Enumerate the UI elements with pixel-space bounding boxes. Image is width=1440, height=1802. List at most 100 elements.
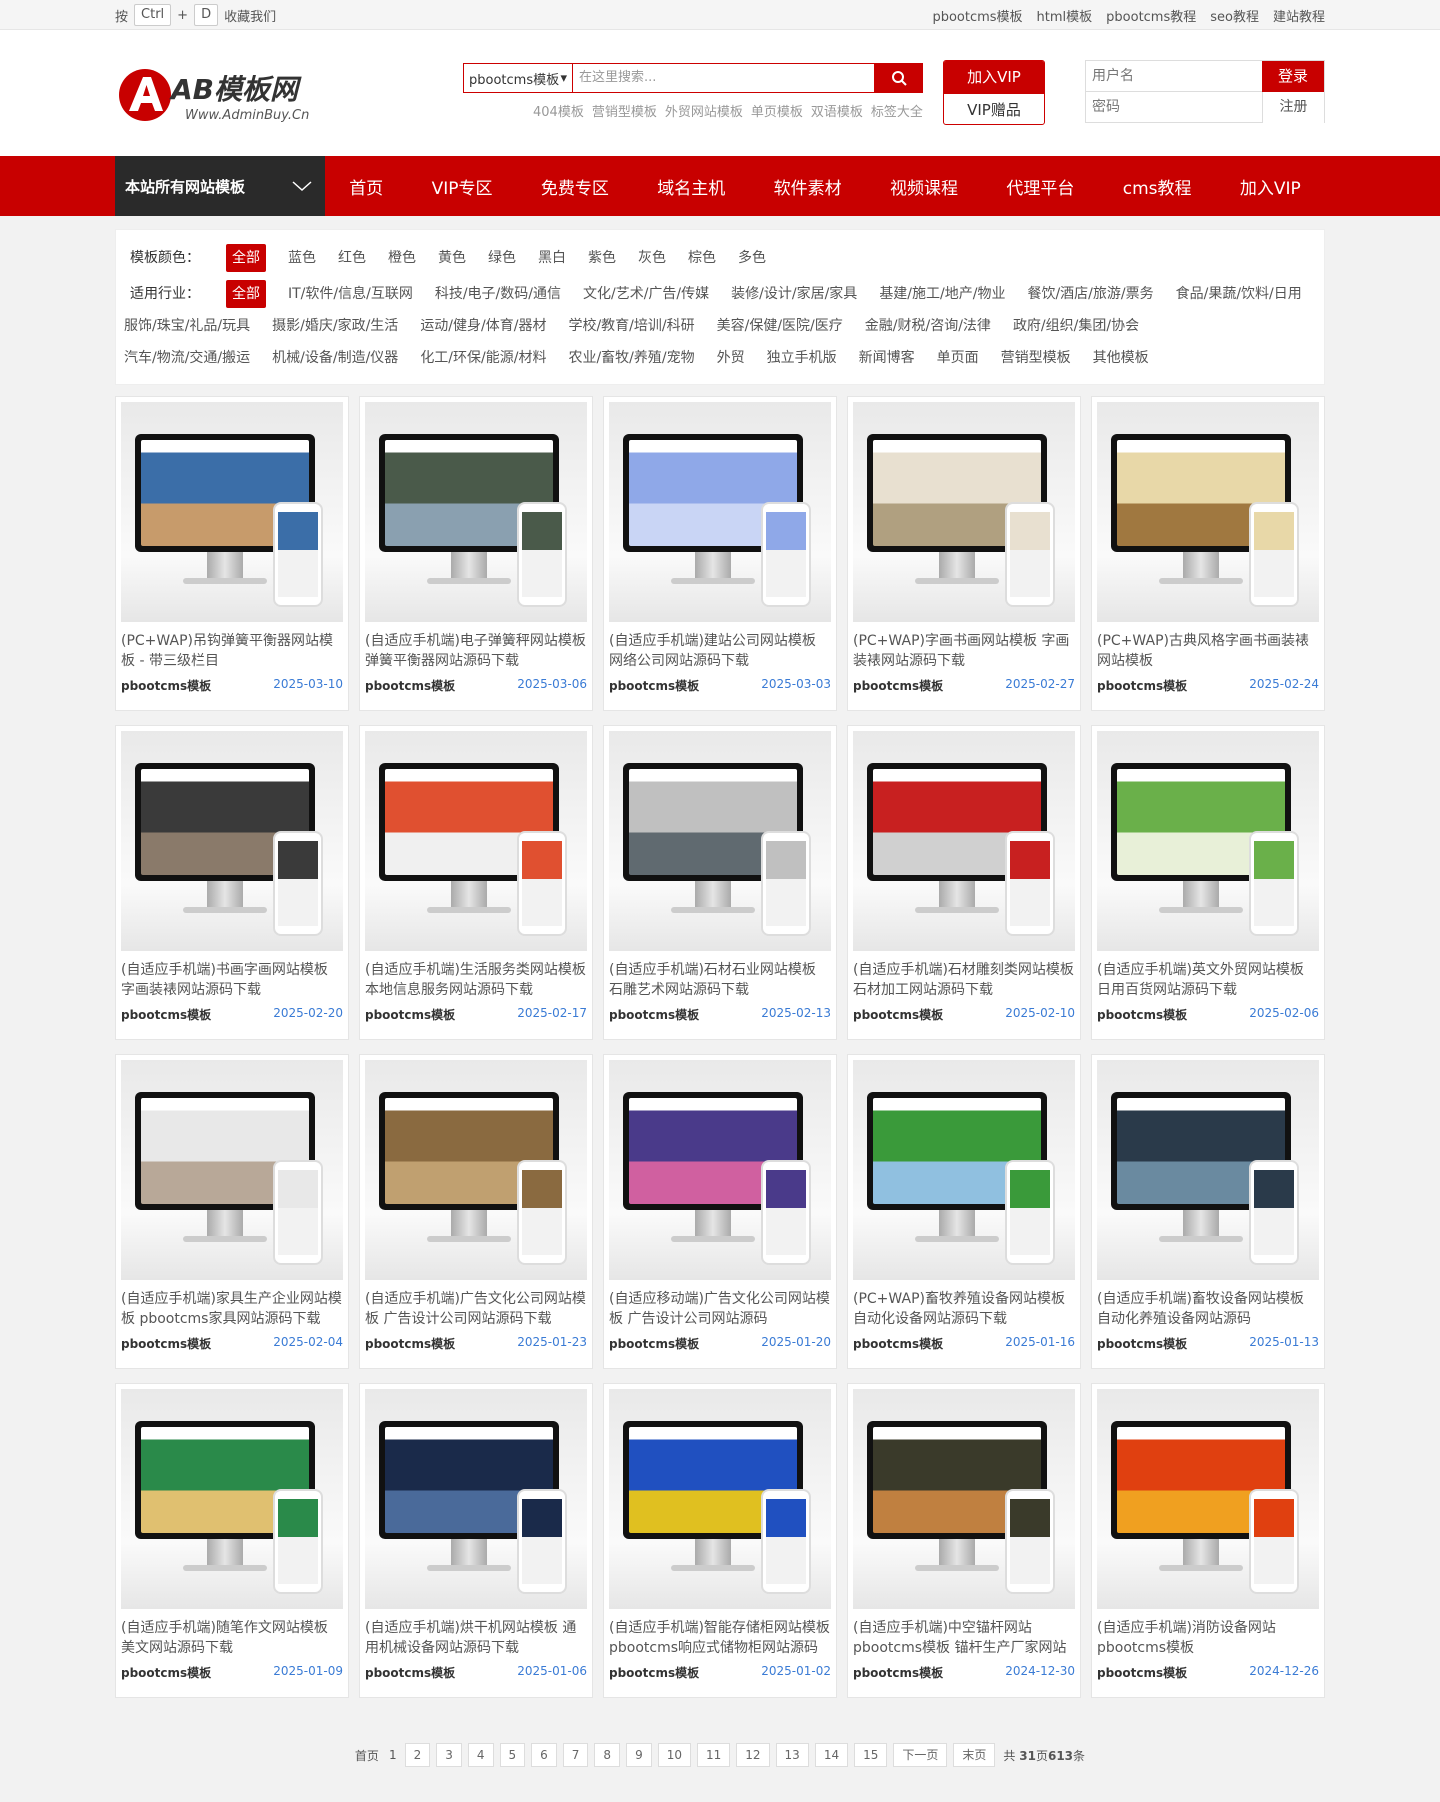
nav-free-zone[interactable]: 免费专区 (541, 174, 609, 199)
industry-option[interactable]: 机械/设备/制造/仪器 (272, 342, 398, 374)
industry-option[interactable]: 全部 (226, 280, 266, 308)
industry-option[interactable]: 外贸 (717, 342, 745, 374)
template-title[interactable]: (自适应手机端)电子弹簧秤网站模板 弹簧平衡器网站源码下载 (365, 631, 587, 671)
site-logo[interactable]: AB模板网 Www.AdminBuy.Cn (115, 65, 365, 125)
template-category[interactable]: pbootcms模板 (1097, 677, 1187, 694)
toplink-pbootcms-tutorial[interactable]: pbootcms教程 (1106, 6, 1196, 25)
template-title[interactable]: (自适应手机端)家具生产企业网站模板 pbootcms家具网站源码下载 (121, 1289, 343, 1329)
color-option[interactable]: 紫色 (588, 242, 616, 274)
template-category[interactable]: pbootcms模板 (1097, 1006, 1187, 1023)
template-title[interactable]: (自适应手机端)建站公司网站模板 网络公司网站源码下载 (609, 631, 831, 671)
template-category[interactable]: pbootcms模板 (853, 677, 943, 694)
template-thumbnail[interactable] (121, 731, 343, 951)
template-thumbnail[interactable] (1097, 1060, 1319, 1280)
template-card[interactable]: (自适应手机端)消防设备网站 pbootcms模板 pbootcms模板 2024-… (1091, 1383, 1325, 1698)
industry-option[interactable]: 运动/健身/体育/器材 (420, 310, 546, 342)
industry-option[interactable]: 美容/保健/医院/医疗 (717, 310, 843, 342)
page-link[interactable]: 7 (562, 1743, 589, 1767)
template-title[interactable]: (自适应手机端)石材石业网站模板 石雕艺术网站源码下载 (609, 960, 831, 1000)
template-title[interactable]: (自适应手机端)烘干机网站模板 通用机械设备网站源码下载 (365, 1618, 587, 1658)
template-thumbnail[interactable] (121, 402, 343, 622)
page-link[interactable]: 15 (854, 1743, 888, 1767)
page-link[interactable]: 9 (626, 1743, 652, 1767)
page-link[interactable]: 3 (436, 1743, 462, 1767)
nav-join-vip[interactable]: 加入VIP (1240, 174, 1301, 199)
template-thumbnail[interactable] (609, 402, 831, 622)
template-card[interactable]: (PC+WAP)吊钩弹簧平衡器网站模板 - 带三级栏目 pbootcms模板 202… (115, 396, 349, 711)
search-input[interactable]: 在这里搜索... (573, 63, 875, 93)
industry-option[interactable]: 基建/施工/地产/物业 (879, 278, 1005, 310)
color-option[interactable]: 棕色 (688, 242, 716, 274)
hotword-bilingual[interactable]: 双语模板 (811, 101, 863, 120)
template-thumbnail[interactable] (121, 1389, 343, 1609)
template-category[interactable]: pbootcms模板 (365, 1335, 455, 1352)
template-thumbnail[interactable] (853, 1060, 1075, 1280)
color-option[interactable]: 黑白 (538, 242, 566, 274)
color-option[interactable]: 橙色 (388, 242, 416, 274)
toplink-html[interactable]: html模板 (1037, 6, 1093, 25)
template-thumbnail[interactable] (365, 402, 587, 622)
industry-option[interactable]: 政府/组织/集团/协会 (1013, 310, 1139, 342)
template-title[interactable]: (自适应手机端)石材雕刻类网站模板 石材加工网站源码下载 (853, 960, 1075, 1000)
template-thumbnail[interactable] (365, 1060, 587, 1280)
nav-domain-hosting[interactable]: 域名主机 (657, 174, 725, 199)
template-card[interactable]: (自适应手机端)书画字画网站模板 字画装裱网站源码下载 pbootcms模板 202… (115, 725, 349, 1040)
template-thumbnail[interactable] (609, 1060, 831, 1280)
nav-video-courses[interactable]: 视频课程 (890, 174, 958, 199)
template-card[interactable]: (自适应手机端)石材石业网站模板 石雕艺术网站源码下载 pbootcms模板 202… (603, 725, 837, 1040)
vip-gift-button[interactable]: VIP赠品 (944, 94, 1044, 124)
toplink-site-tutorial[interactable]: 建站教程 (1273, 6, 1325, 25)
page-link[interactable]: 12 (736, 1743, 770, 1767)
template-title[interactable]: (PC+WAP)字画书画网站模板 字画装裱网站源码下载 (853, 631, 1075, 671)
template-thumbnail[interactable] (853, 731, 1075, 951)
template-card[interactable]: (自适应手机端)广告文化公司网站模板 广告设计公司网站源码下载 pbootcms模… (359, 1054, 593, 1369)
nav-cms-tutorial[interactable]: cms教程 (1123, 174, 1192, 199)
template-card[interactable]: (自适应手机端)建站公司网站模板 网络公司网站源码下载 pbootcms模板 202… (603, 396, 837, 711)
nav-home[interactable]: 首页 (349, 174, 383, 199)
template-card[interactable]: (自适应手机端)烘干机网站模板 通用机械设备网站源码下载 pbootcms模板 20… (359, 1383, 593, 1698)
template-category[interactable]: pbootcms模板 (121, 677, 211, 694)
page-first[interactable]: 首页 (353, 1747, 381, 1764)
username-field[interactable]: 用户名 (1086, 61, 1262, 92)
hotword-404[interactable]: 404模板 (533, 101, 584, 120)
template-category[interactable]: pbootcms模板 (365, 1006, 455, 1023)
template-title[interactable]: (自适应手机端)广告文化公司网站模板 广告设计公司网站源码下载 (365, 1289, 587, 1329)
template-category[interactable]: pbootcms模板 (1097, 1664, 1187, 1681)
join-vip-button[interactable]: 加入VIP (944, 61, 1044, 94)
template-title[interactable]: (自适应移动端)广告文化公司网站模板 广告设计公司网站源码 (609, 1289, 831, 1329)
template-card[interactable]: (自适应手机端)英文外贸网站模板 日用百货网站源码下载 pbootcms模板 202… (1091, 725, 1325, 1040)
page-last[interactable]: 末页 (953, 1743, 996, 1767)
template-title[interactable]: (自适应手机端)随笔作文网站模板 美文网站源码下载 (121, 1618, 343, 1658)
template-thumbnail[interactable] (609, 1389, 831, 1609)
template-title[interactable]: (PC+WAP)古典风格字画书画装裱网站模板 (1097, 631, 1319, 671)
page-link[interactable]: 10 (657, 1743, 691, 1767)
template-card[interactable]: (PC+WAP)字画书画网站模板 字画装裱网站源码下载 pbootcms模板 202… (847, 396, 1081, 711)
template-category[interactable]: pbootcms模板 (121, 1335, 211, 1352)
industry-option[interactable]: 农业/畜牧/养殖/宠物 (568, 342, 694, 374)
template-title[interactable]: (自适应手机端)畜牧设备网站模板 自动化养殖设备网站源码 (1097, 1289, 1319, 1329)
industry-option[interactable]: 文化/艺术/广告/传媒 (583, 278, 709, 310)
template-card[interactable]: (PC+WAP)古典风格字画书画装裱网站模板 pbootcms模板 2025-02-… (1091, 396, 1325, 711)
industry-option[interactable]: 单页面 (937, 342, 979, 374)
template-thumbnail[interactable] (609, 731, 831, 951)
search-button[interactable] (875, 63, 923, 93)
nav-software[interactable]: 软件素材 (774, 174, 842, 199)
template-thumbnail[interactable] (365, 1389, 587, 1609)
color-option[interactable]: 灰色 (638, 242, 666, 274)
template-category[interactable]: pbootcms模板 (853, 1664, 943, 1681)
search-category-select[interactable]: pbootcms模板 ▾ (463, 63, 573, 93)
page-next[interactable]: 下一页 (893, 1743, 948, 1767)
template-title[interactable]: (自适应手机端)中空锚杆网站 pbootcms模板 锚杆生产厂家网站 (853, 1618, 1075, 1658)
industry-option[interactable]: 学校/教育/培训/科研 (568, 310, 694, 342)
template-thumbnail[interactable] (853, 402, 1075, 622)
template-card[interactable]: (自适应手机端)生活服务类网站模板 本地信息服务网站源码下载 pbootcms模板… (359, 725, 593, 1040)
color-option[interactable]: 多色 (738, 242, 766, 274)
toplink-pbootcms[interactable]: pbootcms模板 (932, 6, 1022, 25)
all-templates-menu[interactable]: 本站所有网站模板 (115, 156, 325, 216)
template-title[interactable]: (自适应手机端)英文外贸网站模板 日用百货网站源码下载 (1097, 960, 1319, 1000)
hotword-foreign-trade[interactable]: 外贸网站模板 (665, 101, 743, 120)
page-link[interactable]: 11 (696, 1743, 731, 1767)
template-category[interactable]: pbootcms模板 (121, 1006, 211, 1023)
template-thumbnail[interactable] (365, 731, 587, 951)
industry-option[interactable]: 营销型模板 (1001, 342, 1071, 374)
